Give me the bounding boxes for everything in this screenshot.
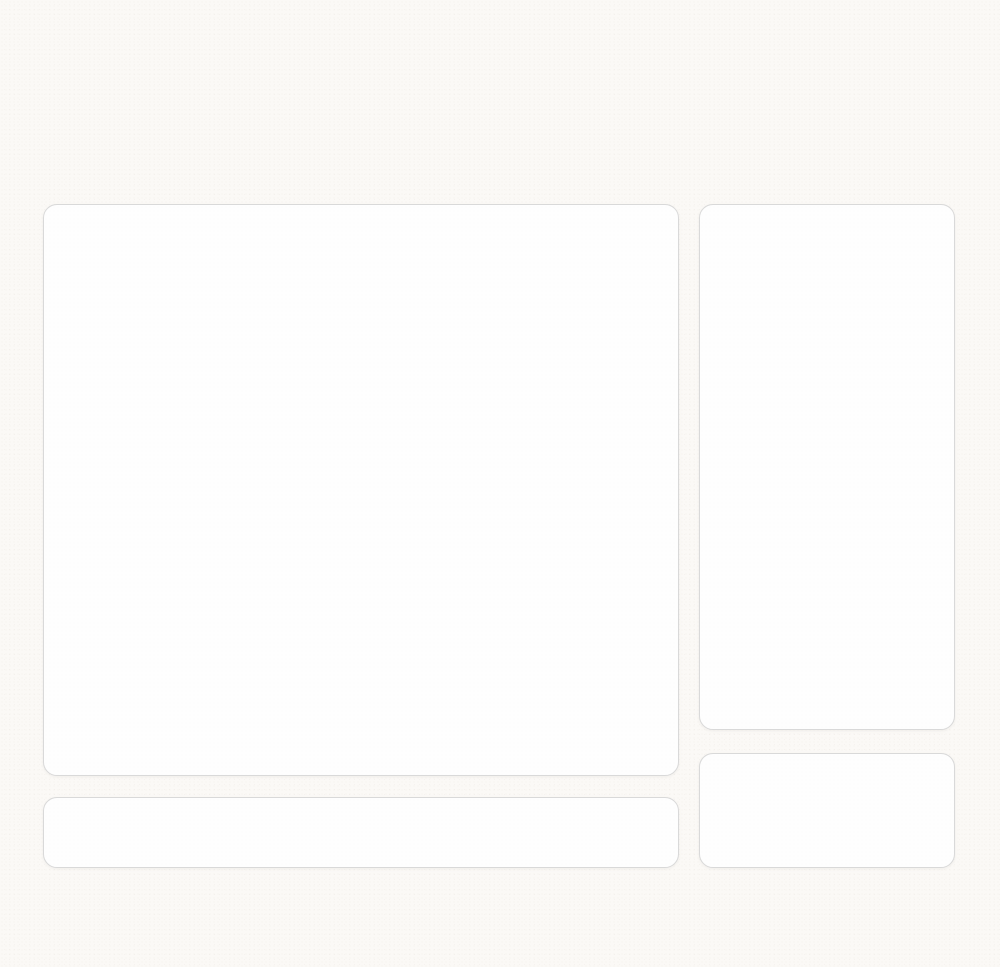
bottom-bar-panel — [43, 797, 679, 868]
app-canvas: { "theme": { "background_color": "#fbf9f… — [0, 0, 1000, 967]
side-bottom-panel — [699, 753, 955, 868]
main-content-panel — [43, 204, 679, 776]
side-panel — [699, 204, 955, 730]
